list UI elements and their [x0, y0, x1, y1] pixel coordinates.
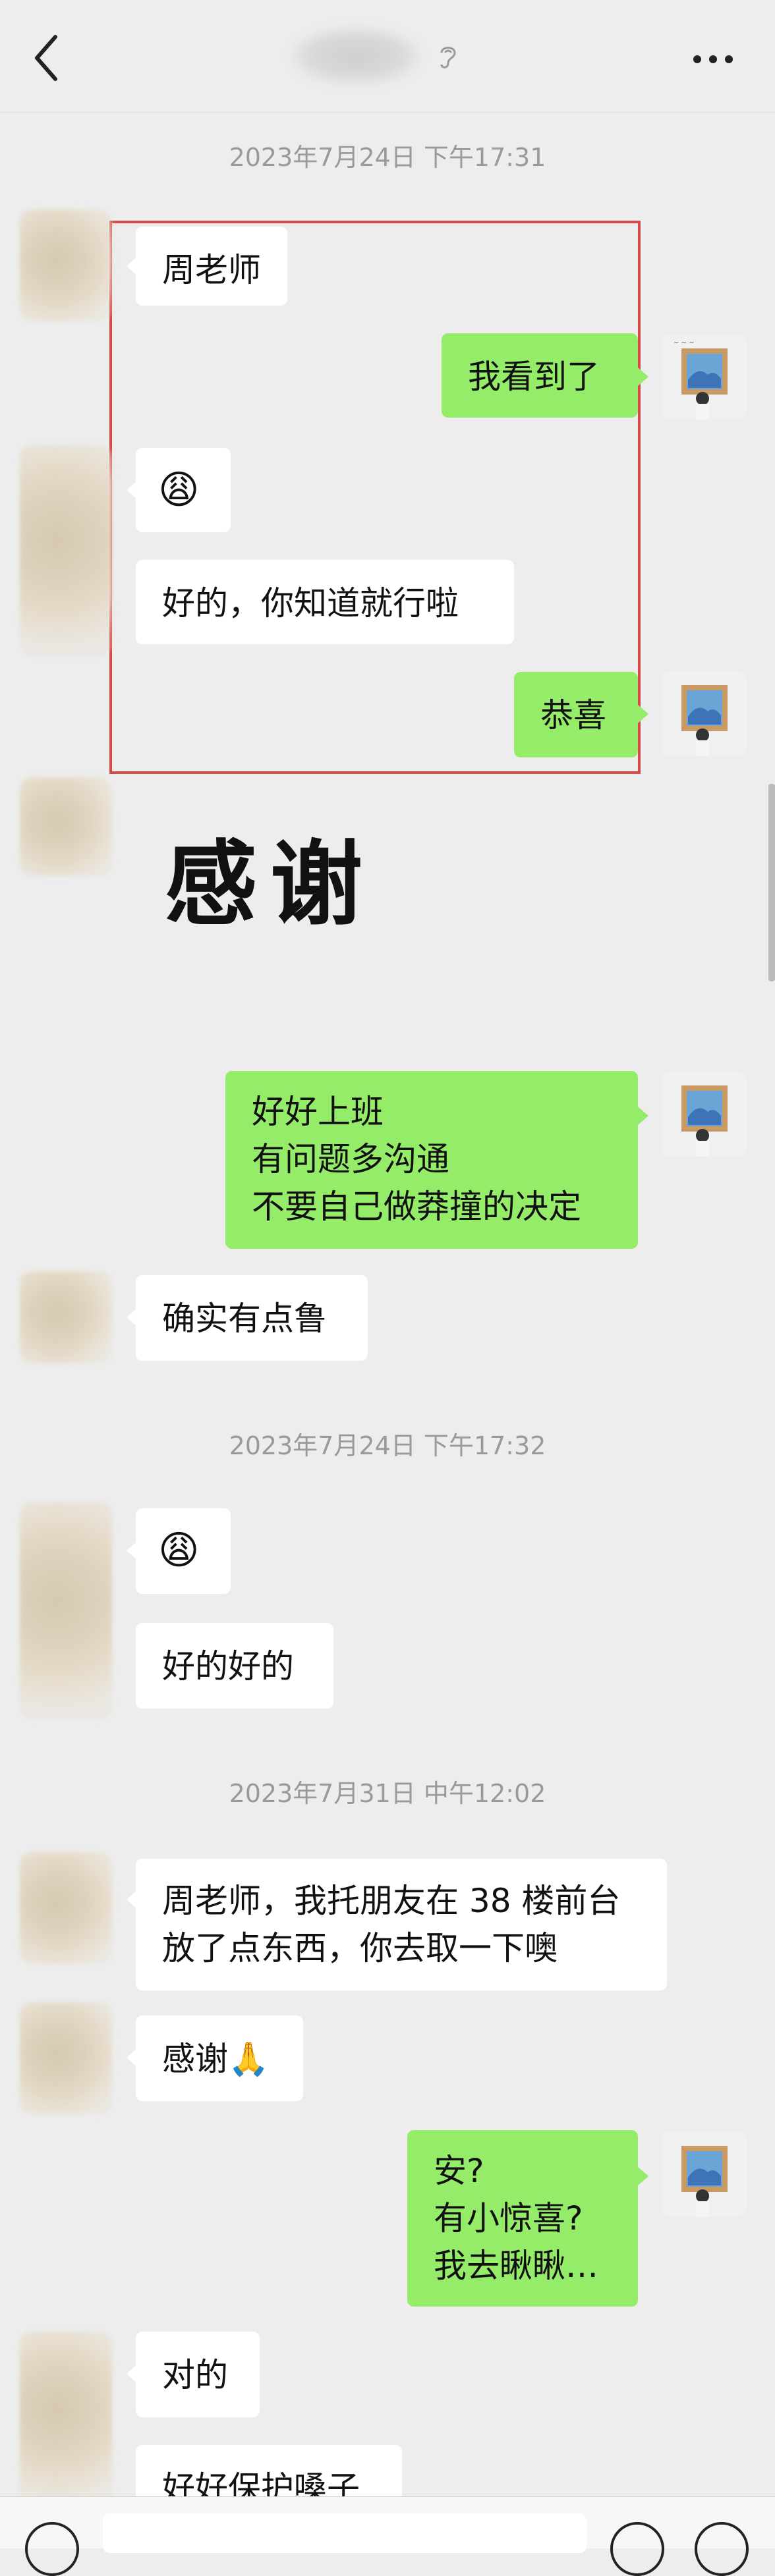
- input-bar: [0, 2496, 775, 2576]
- avatar[interactable]: [20, 445, 112, 656]
- bubble-tail: [638, 2167, 648, 2185]
- message-received[interactable]: 😩: [136, 1508, 231, 1594]
- message-received[interactable]: 对的: [136, 2332, 260, 2417]
- chat-header: [0, 0, 775, 113]
- message-sent[interactable]: 安? 有小惊喜? 我去瞅瞅…: [407, 2130, 638, 2307]
- message-received[interactable]: 好的，你知道就行啦: [136, 560, 514, 644]
- sticker-thanks[interactable]: 感谢: [165, 810, 376, 943]
- avatar-image: ~ ~ ~: [662, 334, 747, 420]
- timestamp: 2023年7月24日 下午17:32: [229, 1431, 546, 1460]
- avatar[interactable]: [662, 1071, 747, 1157]
- voice-icon[interactable]: [25, 2522, 79, 2576]
- chevron-left-icon[interactable]: [33, 34, 59, 82]
- avatar-image: [662, 1071, 747, 1157]
- timestamp: 2023年7月24日 下午17:31: [229, 143, 546, 172]
- message-received[interactable]: 感谢🙏: [136, 2015, 303, 2101]
- avatar[interactable]: [20, 1271, 112, 1363]
- message-received[interactable]: 周老师，我托朋友在 38 楼前台 放了点东西，你去取一下噢: [136, 1859, 667, 1990]
- svg-text:~ ~ ~: ~ ~ ~: [674, 339, 695, 346]
- bubble-tail: [638, 1107, 648, 1125]
- message-sent[interactable]: 恭喜: [514, 672, 638, 757]
- avatar[interactable]: [662, 671, 747, 756]
- avatar[interactable]: [20, 777, 112, 876]
- avatar[interactable]: [20, 1502, 112, 1719]
- avatar[interactable]: [20, 1852, 112, 1964]
- bubble-tail: [638, 705, 648, 723]
- avatar[interactable]: [662, 2131, 747, 2217]
- message-sent[interactable]: 我看到了: [442, 333, 638, 418]
- message-received[interactable]: 😩: [136, 448, 231, 532]
- avatar[interactable]: [20, 209, 112, 321]
- message-sent[interactable]: 好好上班 有问题多沟通 不要自己做莽撞的决定: [225, 1071, 638, 1249]
- more-dots-icon[interactable]: [692, 53, 734, 66]
- bubble-tail: [638, 368, 648, 386]
- avatar-image: [662, 2131, 747, 2217]
- scrollbar[interactable]: [768, 784, 775, 981]
- message-received[interactable]: 确实有点鲁: [136, 1275, 368, 1361]
- avatar[interactable]: ~ ~ ~: [662, 334, 747, 420]
- plus-icon[interactable]: [695, 2522, 749, 2576]
- message-received[interactable]: 好的好的: [136, 1623, 333, 1709]
- avatar-image: [662, 671, 747, 756]
- avatar[interactable]: [20, 2002, 112, 2114]
- ear-icon: [440, 47, 456, 69]
- message-received[interactable]: 周老师: [136, 227, 287, 306]
- timestamp: 2023年7月31日 中午12:02: [229, 1779, 546, 1808]
- avatar[interactable]: [20, 2332, 112, 2503]
- message-input[interactable]: [103, 2513, 587, 2553]
- contact-name-blurred: [290, 26, 422, 86]
- emoji-icon[interactable]: [610, 2522, 664, 2576]
